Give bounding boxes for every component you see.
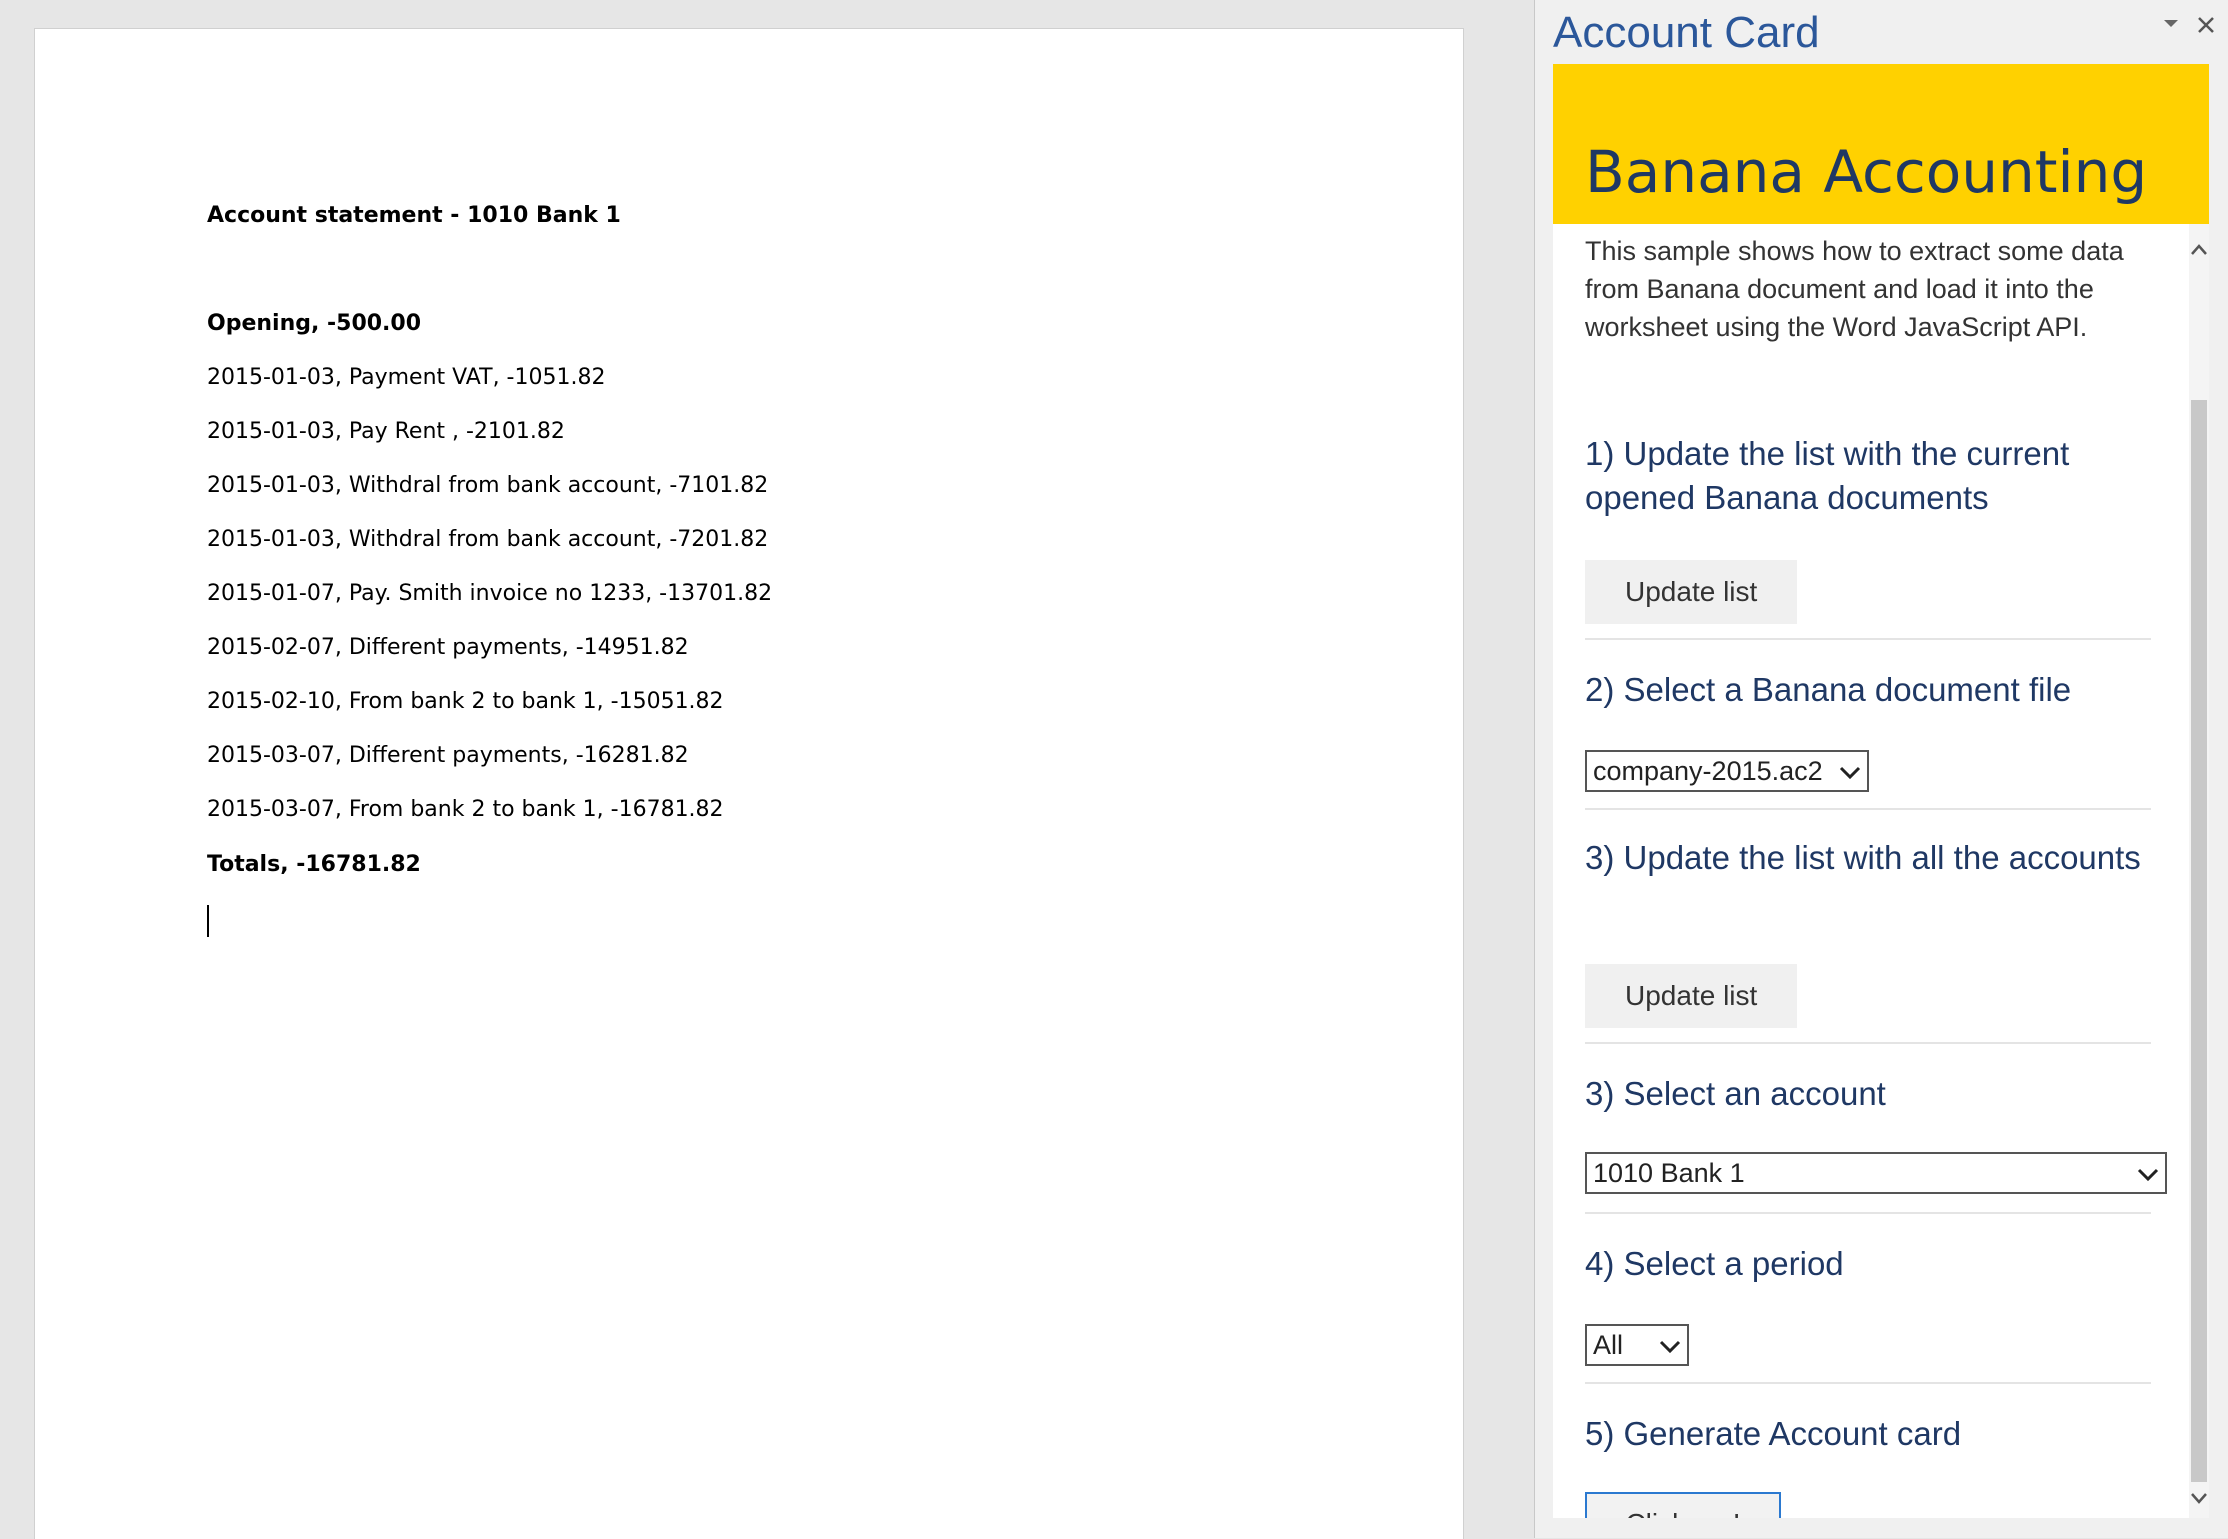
document-file-select[interactable]: company-2015.ac2 (1585, 750, 1869, 792)
doc-entry-line: 2015-02-10, From bank 2 to bank 1, -1505… (207, 689, 724, 714)
scrollbar-thumb[interactable] (2191, 400, 2207, 1482)
addin-header: Banana Accounting (1553, 64, 2209, 224)
doc-opening-line: Opening, -500.00 (207, 311, 422, 336)
divider (1585, 1212, 2151, 1214)
period-select-value: All (1593, 1329, 1624, 1360)
task-pane-title: Account Card (1553, 8, 1820, 57)
step2-title: 2) Select a Banana document file (1585, 671, 2072, 708)
chevron-down-icon (1653, 1330, 1687, 1361)
document-file-select-value: company-2015.ac2 (1593, 755, 1823, 786)
period-select[interactable]: All (1585, 1324, 1689, 1366)
divider (1585, 808, 2151, 810)
doc-entry-line: 2015-03-07, Different payments, -16281.8… (207, 743, 689, 768)
addin-frame: Banana Accounting This sample shows how … (1553, 64, 2209, 1518)
chevron-down-icon[interactable] (2163, 16, 2179, 34)
doc-entry-line: 2015-01-07, Pay. Smith invoice no 1233, … (207, 581, 773, 606)
doc-entry-line: 2015-01-03, Withdral from bank account, … (207, 473, 769, 498)
update-accounts-button[interactable]: Update list (1585, 964, 1798, 1028)
account-select-value: 1010 Bank 1 (1593, 1157, 1745, 1188)
step3a-title: 3) Update the list with all the accounts (1585, 839, 2141, 876)
document-area: Account statement - 1010 Bank 1 Opening,… (0, 0, 1534, 1539)
account-select[interactable]: 1010 Bank 1 (1585, 1152, 2167, 1194)
generate-card-button[interactable]: Click me! (1585, 1492, 1781, 1518)
text-cursor (207, 905, 209, 937)
doc-title-line: Account statement - 1010 Bank 1 (207, 203, 621, 228)
doc-entry-line: 2015-03-07, From bank 2 to bank 1, -1678… (207, 797, 724, 822)
divider (1585, 638, 2151, 640)
doc-entry-line: 2015-01-03, Withdral from bank account, … (207, 527, 769, 552)
document-page[interactable]: Account statement - 1010 Bank 1 Opening,… (34, 28, 1464, 1539)
close-icon[interactable] (2197, 10, 2215, 41)
chevron-down-icon (2131, 1158, 2165, 1189)
doc-entry-line: 2015-02-07, Different payments, -14951.8… (207, 635, 689, 660)
step3b-title: 3) Select an account (1585, 1075, 1886, 1112)
divider (1585, 1382, 2151, 1384)
divider (1585, 1042, 2151, 1044)
step4-title: 4) Select a period (1585, 1245, 1844, 1282)
step5-title: 5) Generate Account card (1585, 1415, 1962, 1452)
scroll-up-icon[interactable] (2189, 240, 2209, 274)
doc-entry-line: 2015-01-03, Pay Rent , -2101.82 (207, 419, 565, 444)
doc-totals-line: Totals, -16781.82 (207, 852, 421, 877)
scrollbar[interactable] (2189, 224, 2209, 1518)
update-documents-button[interactable]: Update list (1585, 560, 1798, 624)
intro-text: This sample shows how to extract some da… (1585, 236, 2124, 342)
task-pane: Account Card Banana Accounting This samp… (1534, 0, 2228, 1538)
scroll-down-icon[interactable] (2189, 1488, 2209, 1518)
addin-heading: Banana Accounting (1585, 138, 2148, 206)
doc-entry-line: 2015-01-03, Payment VAT, -1051.82 (207, 365, 606, 390)
chevron-down-icon (1833, 756, 1867, 787)
step1-title: 1) Update the list with the current open… (1585, 435, 2070, 516)
